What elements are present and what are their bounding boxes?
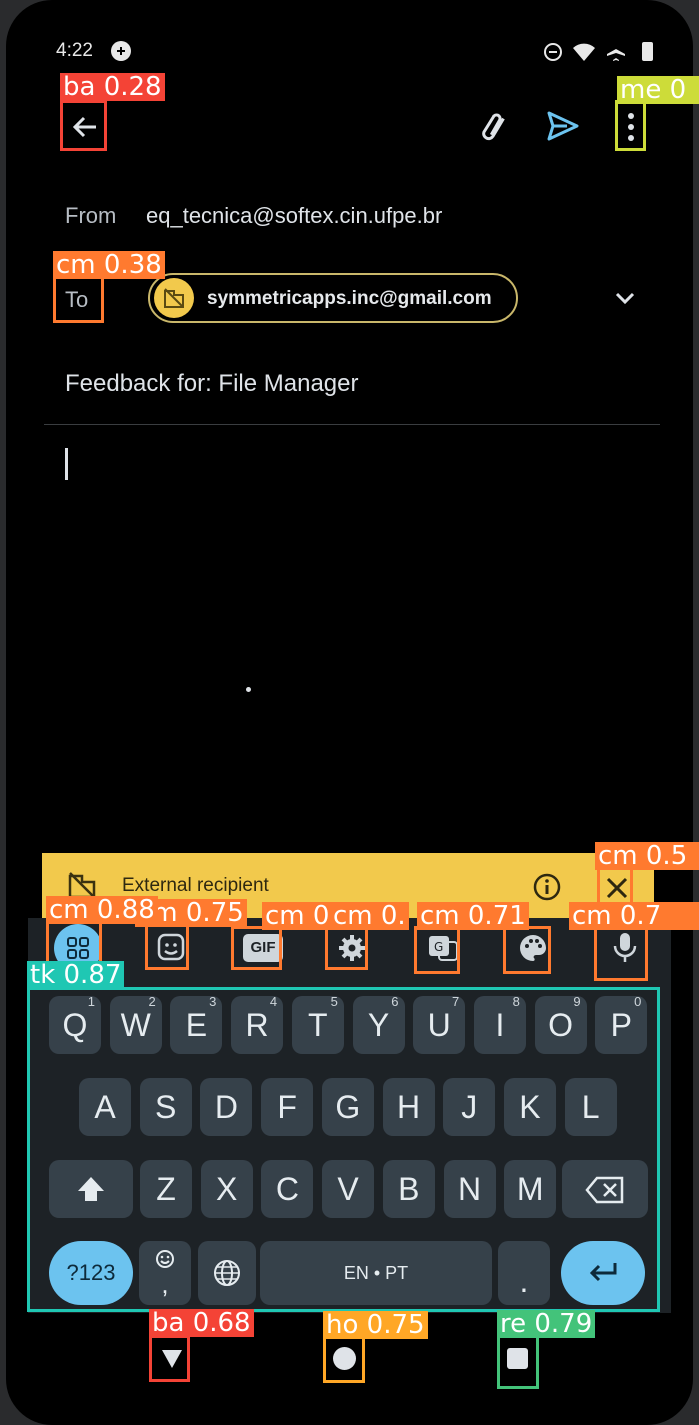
airplane-icon [607, 41, 625, 61]
app-notification-icon [111, 41, 131, 61]
from-value[interactable]: eq_tecnica@softex.cin.ufpe.br [146, 203, 442, 229]
detection-label: tk 0.87 [27, 961, 125, 989]
detection-box [145, 924, 189, 970]
detection-box [53, 275, 104, 323]
subject-divider [44, 424, 660, 425]
dnd-icon [544, 43, 562, 61]
external-domain-icon [164, 288, 184, 308]
detection-label: ba 0.28 [60, 73, 165, 101]
detection-label: ba 0.68 [149, 1309, 254, 1337]
text-cursor [65, 448, 68, 480]
detection-label: re 0.79 [497, 1310, 596, 1338]
battery-icon [642, 42, 653, 61]
compose-body[interactable] [44, 432, 660, 842]
detection-box [615, 100, 646, 151]
banner-text: External recipient [122, 875, 269, 896]
from-label: From [65, 203, 117, 228]
status-time: 4:22 [56, 40, 93, 61]
detection-box [414, 926, 460, 974]
detection-box [231, 926, 282, 970]
detection-box [323, 1335, 365, 1383]
wifi-icon [573, 43, 595, 61]
detection-label: cm 0.5 [595, 842, 699, 870]
attach-icon[interactable] [480, 112, 516, 142]
info-icon[interactable] [532, 872, 562, 902]
expand-icon[interactable] [614, 290, 636, 306]
touch-dot [246, 687, 251, 692]
detection-box [503, 926, 551, 974]
send-icon[interactable] [546, 110, 580, 142]
detection-box [149, 1335, 190, 1382]
detection-label: me 0 [617, 76, 699, 104]
detection-label: ho 0.75 [323, 1311, 428, 1339]
detection-box [325, 926, 368, 970]
detection-box [27, 987, 660, 1312]
subject-field[interactable]: Feedback for: File Manager [65, 370, 358, 398]
detection-label: cm 0.88 [46, 896, 158, 924]
detection-box [497, 1335, 539, 1389]
detection-box [60, 100, 107, 151]
recipient-chip-text: symmetricapps.inc@gmail.com [207, 288, 492, 309]
recipient-chip[interactable]: symmetricapps.inc@gmail.com [148, 273, 518, 323]
recipient-avatar [154, 278, 194, 318]
detection-box [594, 926, 648, 981]
detection-label: cm 0.38 [53, 251, 165, 279]
